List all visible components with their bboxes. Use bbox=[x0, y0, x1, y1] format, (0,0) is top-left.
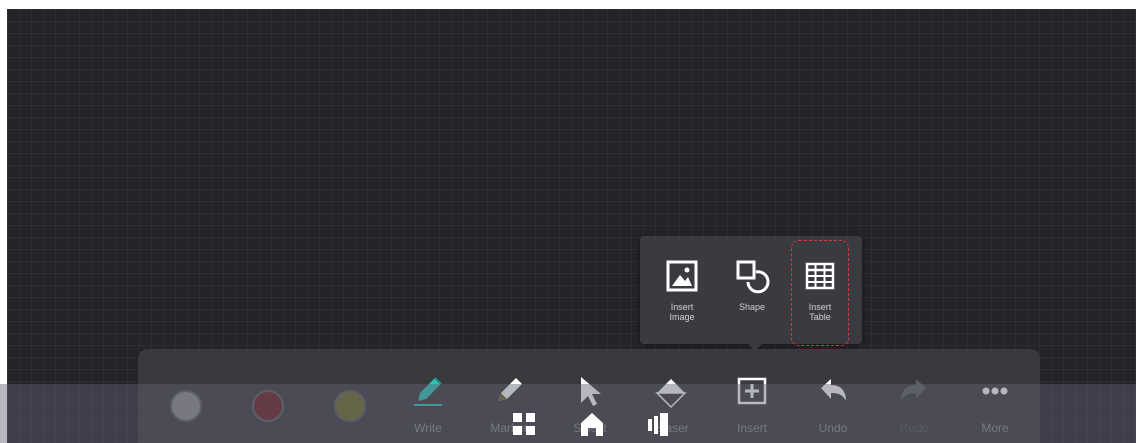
shape-label: Shape bbox=[738, 302, 766, 312]
window-switch-button[interactable] bbox=[643, 409, 673, 439]
insert-table-button[interactable]: Insert Table bbox=[790, 256, 850, 336]
home-icon bbox=[581, 413, 603, 436]
shape-icon bbox=[736, 260, 770, 294]
shape-button[interactable]: Shape bbox=[722, 256, 782, 336]
apps-grid-icon bbox=[513, 413, 535, 435]
system-nav-bar bbox=[0, 384, 1136, 443]
insert-popup-menu: Insert Image Shape Insert Table bbox=[640, 236, 862, 351]
apps-button[interactable] bbox=[509, 409, 539, 439]
insert-table-label: Insert Table bbox=[808, 302, 832, 322]
home-button[interactable] bbox=[577, 409, 607, 439]
whiteboard-canvas[interactable]: Insert Image Shape Insert Table Write Ma… bbox=[7, 9, 1136, 443]
insert-image-icon bbox=[666, 260, 698, 292]
insert-image-label: Insert Image bbox=[669, 302, 695, 322]
insert-image-button[interactable]: Insert Image bbox=[652, 256, 712, 336]
window-switch-icon bbox=[648, 413, 668, 436]
insert-table-icon bbox=[805, 262, 835, 290]
